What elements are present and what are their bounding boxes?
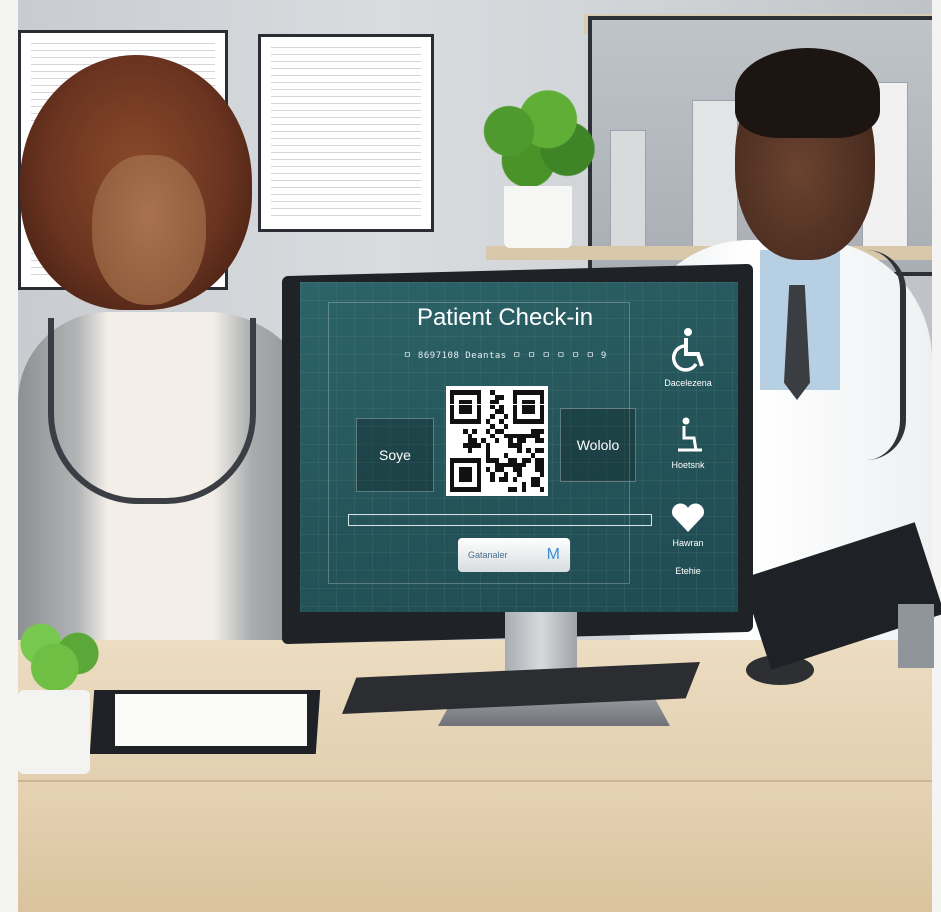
side-item-0-label: Dacelezena (664, 378, 712, 388)
qr-code[interactable] (446, 386, 548, 496)
side-item-3-label: Etehie (675, 566, 701, 576)
right-person-hair (735, 48, 880, 138)
page-title: Patient Check-in (416, 304, 594, 331)
paper-left (115, 694, 307, 746)
desk-front (18, 780, 932, 912)
left-option-button[interactable]: Soye (356, 418, 434, 492)
checkin-submit-button[interactable]: Gatanaler M (458, 538, 570, 572)
submit-glyph: M (546, 546, 560, 563)
side-item-1[interactable]: Hoetsnk (648, 416, 728, 470)
small-plant-pot (18, 690, 90, 774)
wall-poster-center (258, 34, 434, 232)
side-item-3[interactable]: Etehie (648, 566, 728, 576)
checkin-screen: Patient Check-in ㅁ 8697108 Deantas ㅁ ㅁ ㅁ… (300, 282, 738, 612)
accessibility-icon (678, 417, 702, 452)
screen-subtitle: ㅁ 8697108 Deantas ㅁ ㅁ ㅁ ㅁ ㅁ ㅁ 9 (403, 351, 607, 361)
side-item-0[interactable]: Dacelezena (648, 326, 728, 388)
side-item-1-label: Hoetsnk (671, 460, 705, 470)
side-item-2-label: Hawran (672, 538, 704, 548)
side-item-2[interactable]: Hawran (648, 502, 728, 548)
plant-pot (504, 186, 572, 248)
left-person-face (92, 155, 206, 305)
pen-cup (898, 604, 934, 668)
wheelchair-icon (671, 328, 704, 372)
stethoscope-right (840, 250, 906, 460)
stethoscope-left (48, 318, 256, 504)
checkin-submit-label: Gatanaler (468, 550, 508, 560)
right-option-button[interactable]: Wololo (560, 408, 636, 482)
heart-icon (672, 503, 704, 532)
progress-bar (348, 514, 652, 526)
photo-scene: Patient Check-in ㅁ 8697108 Deantas ㅁ ㅁ ㅁ… (0, 0, 941, 912)
plant-leaves (470, 78, 600, 196)
